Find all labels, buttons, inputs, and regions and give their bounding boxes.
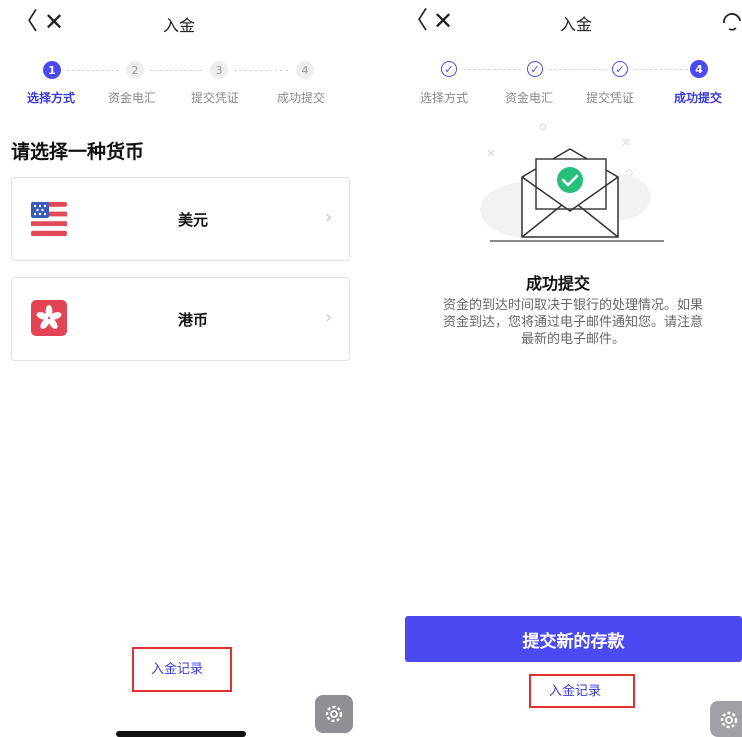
back-icon[interactable]: 〈 <box>404 8 428 32</box>
step-4-circle: 4 <box>690 60 708 78</box>
customer-service-icon[interactable] <box>721 10 742 32</box>
deposit-record-link[interactable]: 入金记录 <box>151 658 203 677</box>
page-title: 入金 <box>560 15 593 34</box>
step-2-check-icon: ✓ <box>527 61 543 77</box>
step-3-check-icon: ✓ <box>612 61 628 77</box>
step-4-label: 成功提交 <box>277 91 326 105</box>
step-2-label: 资金电汇 <box>505 91 554 105</box>
currency-option-usd[interactable]: 美元 › <box>11 177 350 261</box>
step-1-label: 选择方式 <box>420 91 469 105</box>
step-1-check-icon: ✓ <box>441 61 457 77</box>
chevron-right-icon: › <box>325 207 333 228</box>
step-4-label: 成功提交 <box>674 91 723 105</box>
step-connector <box>67 70 119 71</box>
success-title: 成功提交 <box>526 274 591 293</box>
back-icon[interactable]: 〈 <box>14 9 38 33</box>
currency-option-hkd[interactable]: 港币 › <box>11 277 350 361</box>
step-connector <box>463 69 521 70</box>
step-1-label: 选择方式 <box>27 91 76 105</box>
step-3-circle: 3 <box>210 61 228 79</box>
page-title: 入金 <box>163 16 196 35</box>
floating-tool-button[interactable] <box>315 695 353 733</box>
home-indicator <box>116 731 246 737</box>
description-line: 资金的到达时间取决于银行的处理情况。如果 <box>442 298 703 313</box>
close-icon[interactable]: ✕ <box>433 9 453 33</box>
description-line: 最新的电子邮件。 <box>520 332 625 347</box>
hk-flag-icon <box>31 300 67 336</box>
step-3-label: 提交凭证 <box>191 91 240 105</box>
step-3-label: 提交凭证 <box>586 91 635 105</box>
gear-icon <box>720 711 738 729</box>
step-connector <box>634 69 688 70</box>
floating-tool-button[interactable] <box>710 701 742 737</box>
currency-label: 美元 <box>178 211 209 229</box>
step-1-circle: 1 <box>43 61 61 79</box>
description-line: 资金到达，您将通过电子邮件通知您。请注意 <box>442 315 703 330</box>
step-connector <box>234 70 288 71</box>
us-flag-icon <box>31 202 67 236</box>
success-description: 资金的到达时间取决于银行的处理情况。如果 资金到达，您将通过电子邮件通知您。请注… <box>413 297 733 348</box>
currency-label: 港币 <box>178 311 209 329</box>
step-connector <box>150 70 202 71</box>
step-2-circle: 2 <box>126 61 144 79</box>
step-4-circle: 4 <box>296 61 314 79</box>
deposit-record-link[interactable]: 入金记录 <box>549 680 601 699</box>
step-2-label: 资金电汇 <box>108 91 157 105</box>
chevron-right-icon: › <box>325 307 333 328</box>
section-heading: 请选择一种货币 <box>11 141 145 163</box>
envelope-success-illustration <box>480 123 664 242</box>
submit-new-deposit-button[interactable]: 提交新的存款 <box>405 616 742 662</box>
close-icon[interactable]: ✕ <box>44 10 64 34</box>
gear-icon <box>325 705 343 723</box>
step-connector <box>549 69 606 70</box>
